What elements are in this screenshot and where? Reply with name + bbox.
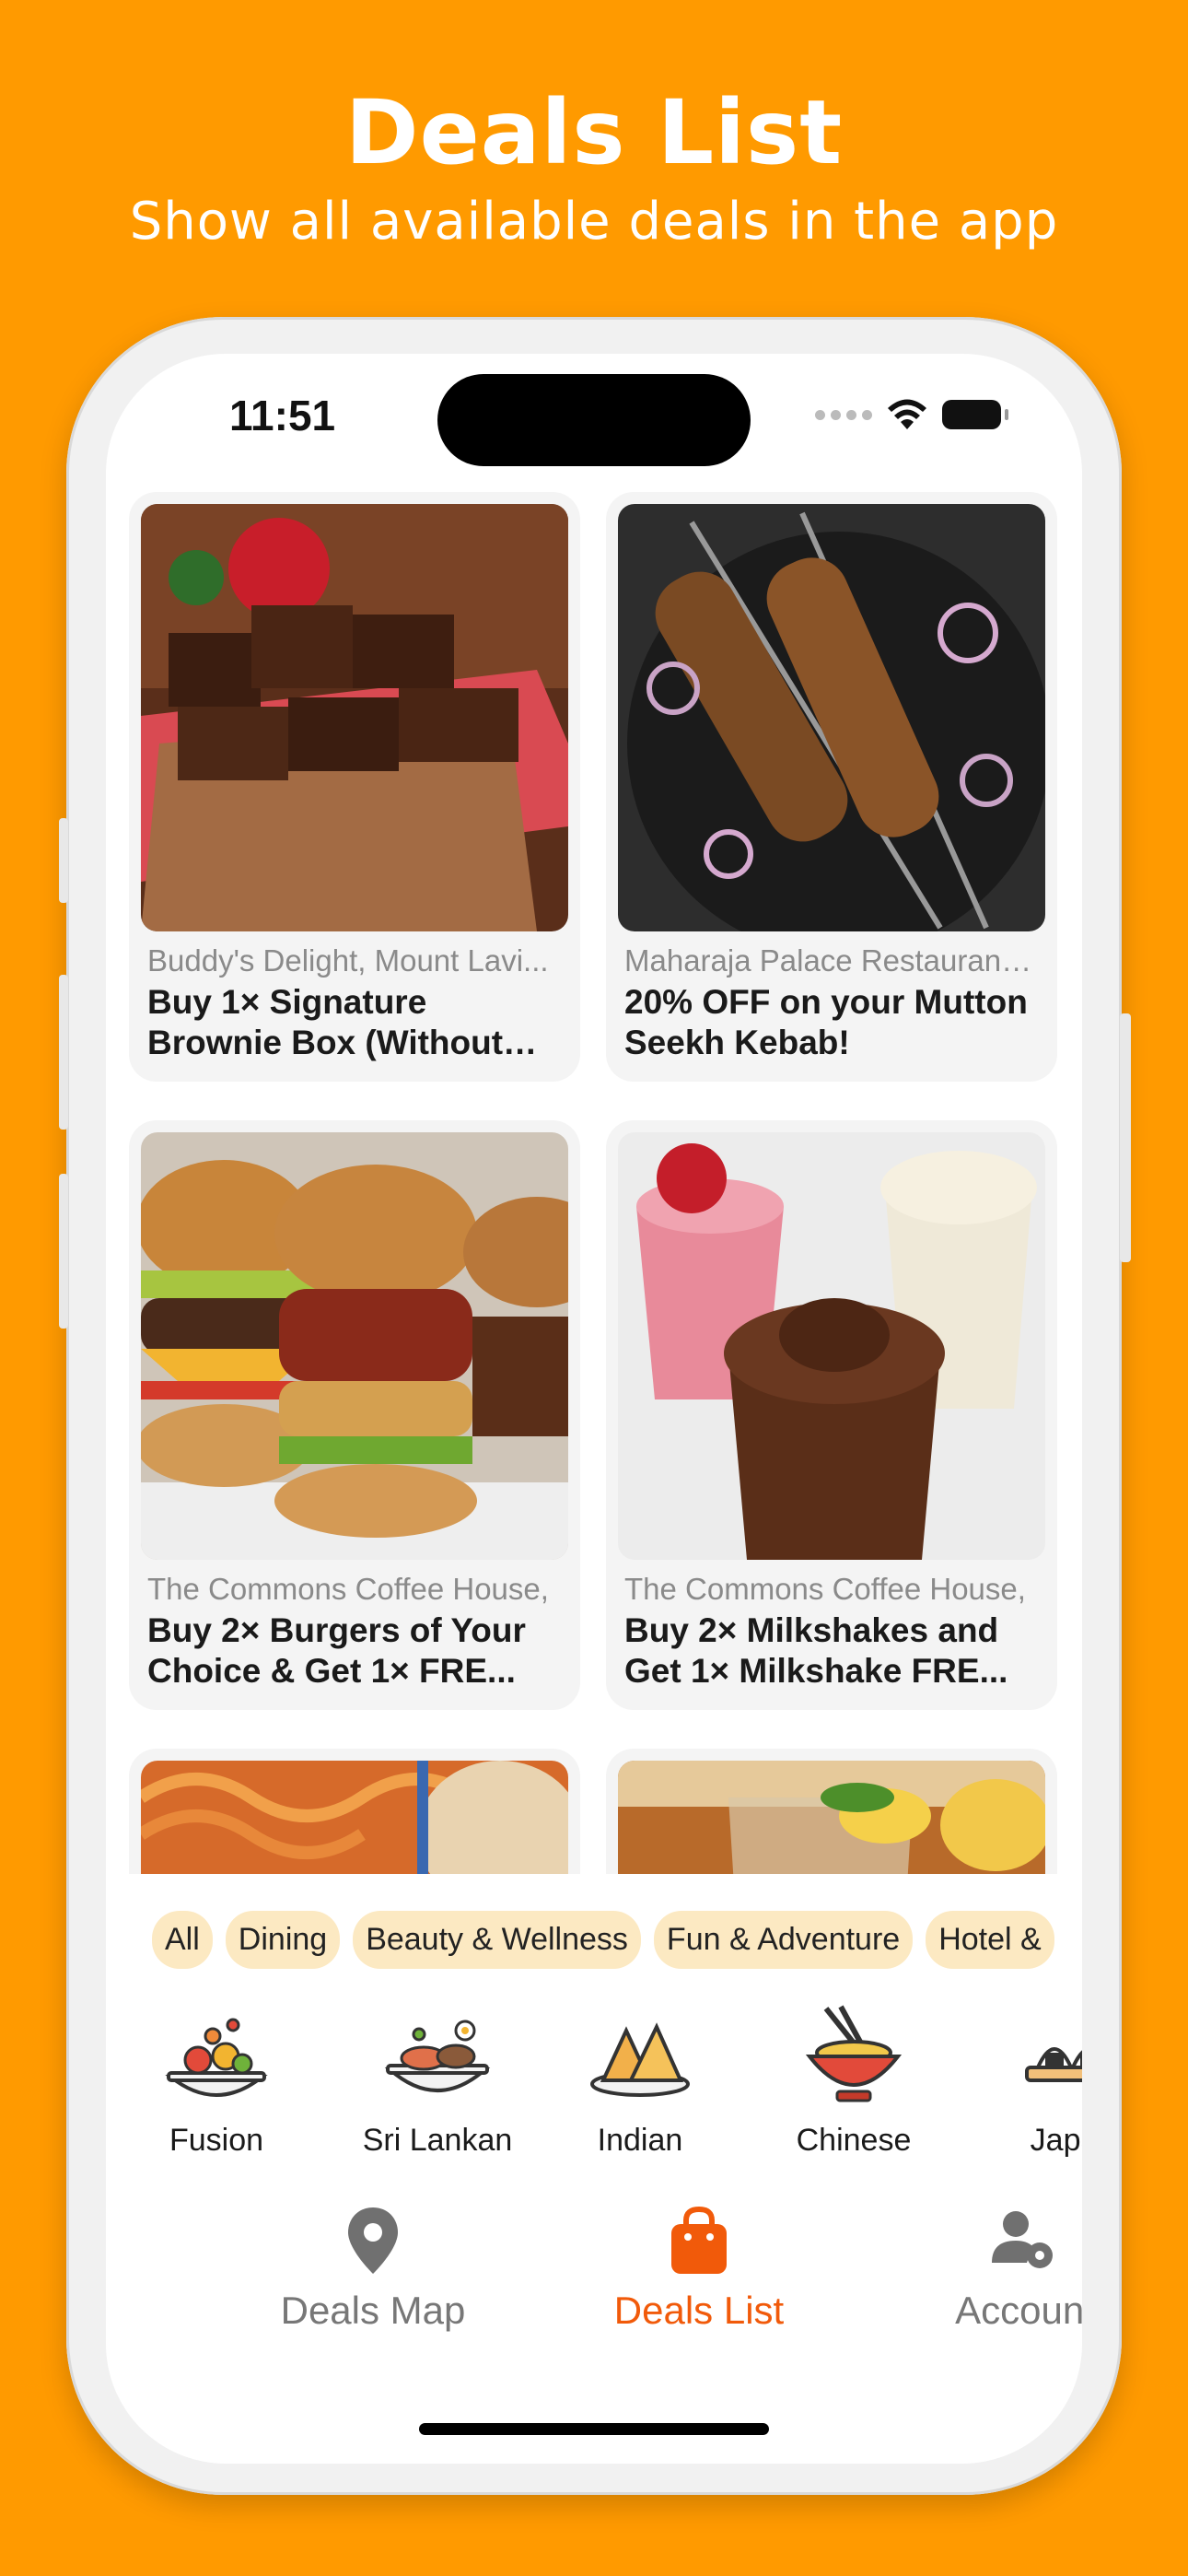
battery-icon	[942, 400, 1008, 429]
wifi-icon	[888, 399, 926, 429]
deal-image-iced-tea	[618, 1761, 1045, 1874]
category-label: Japan	[1030, 2123, 1082, 2158]
map-pin-icon	[348, 2207, 398, 2274]
filter-chip-bar: All Dining Beauty & Wellness Fun & Adven…	[152, 1911, 1054, 1969]
deal-image-milkshakes	[618, 1132, 1045, 1560]
deal-merchant: The Commons Coffee House,	[624, 1572, 1026, 1606]
deal-image-seekh-kebab	[618, 504, 1045, 931]
category-label: Sri Lankan	[362, 2123, 513, 2158]
app-screen: 11:51 Buddy's Delight, Mount Lavi... Buy…	[106, 354, 1082, 2464]
noodle-bowl-icon	[805, 2005, 903, 2102]
category-label: Indian	[597, 2123, 683, 2158]
status-icons	[815, 398, 1008, 431]
phone-side-button	[1120, 1013, 1131, 1262]
deals-grid: Buddy's Delight, Mount Lavi... Buy 1× Si…	[129, 492, 1061, 1874]
deal-card[interactable]: Buddy's Delight, Mount Lavi... Buy 1× Si…	[129, 492, 580, 1082]
shopping-bag-icon	[671, 2206, 727, 2274]
deal-merchant: The Commons Coffee House,	[147, 1572, 549, 1606]
tab-label: Deals List	[613, 2289, 785, 2332]
hero-subtitle: Show all available deals in the app	[129, 192, 1059, 252]
deal-card[interactable]: Maharaja Palace Restaurant,... 20% OFF o…	[606, 492, 1057, 1082]
tab-deals-list[interactable]: Deals List	[570, 2206, 828, 2333]
deal-image-brownie-box	[141, 504, 568, 931]
sushi-icon	[1025, 2047, 1082, 2082]
category-sri-lankan[interactable]: Sri Lankan	[355, 2003, 520, 2159]
bottom-tab-bar: Deals Map Deals List Account	[106, 2206, 1082, 2390]
deal-image-burgers	[141, 1132, 568, 1560]
rice-plate-icon	[384, 2020, 491, 2092]
tab-account[interactable]: Account	[896, 2206, 1082, 2333]
deal-title: Buy 1× Signature Brownie Box (Without To…	[147, 983, 504, 1061]
status-time: 11:51	[229, 392, 336, 439]
hero-title: Deals List	[344, 81, 844, 184]
deal-card[interactable]	[606, 1749, 1057, 1874]
deal-merchant: Buddy's Delight, Mount Lavi...	[147, 943, 549, 978]
tab-deals-map[interactable]: Deals Map	[244, 2206, 502, 2333]
category-label: Fusion	[169, 2123, 264, 2158]
home-indicator	[419, 2423, 769, 2435]
category-label: Chinese	[796, 2123, 912, 2158]
phone-side-button	[59, 1174, 68, 1329]
deal-merchant: Maharaja Palace Restaurant,...	[624, 943, 1039, 978]
tab-label: Account	[955, 2289, 1082, 2332]
samosa-icon	[590, 2022, 690, 2097]
chip-dining[interactable]: Dining	[225, 1911, 341, 1969]
category-indian[interactable]: Indian	[557, 2003, 723, 2159]
phone-side-button	[59, 818, 68, 903]
chip-fun-adventure[interactable]: Fun & Adventure	[653, 1911, 914, 1969]
deal-card[interactable]: The Commons Coffee House, Buy 2× Burgers…	[129, 1120, 580, 1710]
deal-image-pasta	[141, 1761, 568, 1874]
category-row: Fusion Sri Lankan Indian Chinese Jap	[106, 2003, 1082, 2169]
category-fusion[interactable]: Fusion	[134, 2003, 299, 2159]
dynamic-island	[437, 374, 751, 466]
category-japan[interactable]: Japan	[990, 2003, 1082, 2159]
phone-side-button	[59, 975, 68, 1130]
deal-card[interactable]	[129, 1749, 580, 1874]
deal-card[interactable]: The Commons Coffee House, Buy 2× Milksha…	[606, 1120, 1057, 1710]
deal-title: Buy 2× Milkshakes and Get 1× Milkshake F…	[624, 1611, 1008, 1690]
tab-label: Deals Map	[280, 2289, 466, 2332]
chip-all[interactable]: All	[152, 1911, 213, 1969]
deal-title: Buy 2× Burgers of Your Choice & Get 1× F…	[147, 1611, 526, 1690]
chip-beauty-wellness[interactable]: Beauty & Wellness	[353, 1911, 641, 1969]
signal-icon	[815, 409, 872, 420]
category-chinese[interactable]: Chinese	[771, 2003, 937, 2159]
chip-hotel[interactable]: Hotel &	[926, 1911, 1054, 1969]
fusion-food-icon	[165, 2018, 268, 2097]
deal-title: 20% OFF on your Mutton Seekh Kebab!	[624, 983, 1028, 1061]
user-settings-icon	[992, 2211, 1053, 2268]
